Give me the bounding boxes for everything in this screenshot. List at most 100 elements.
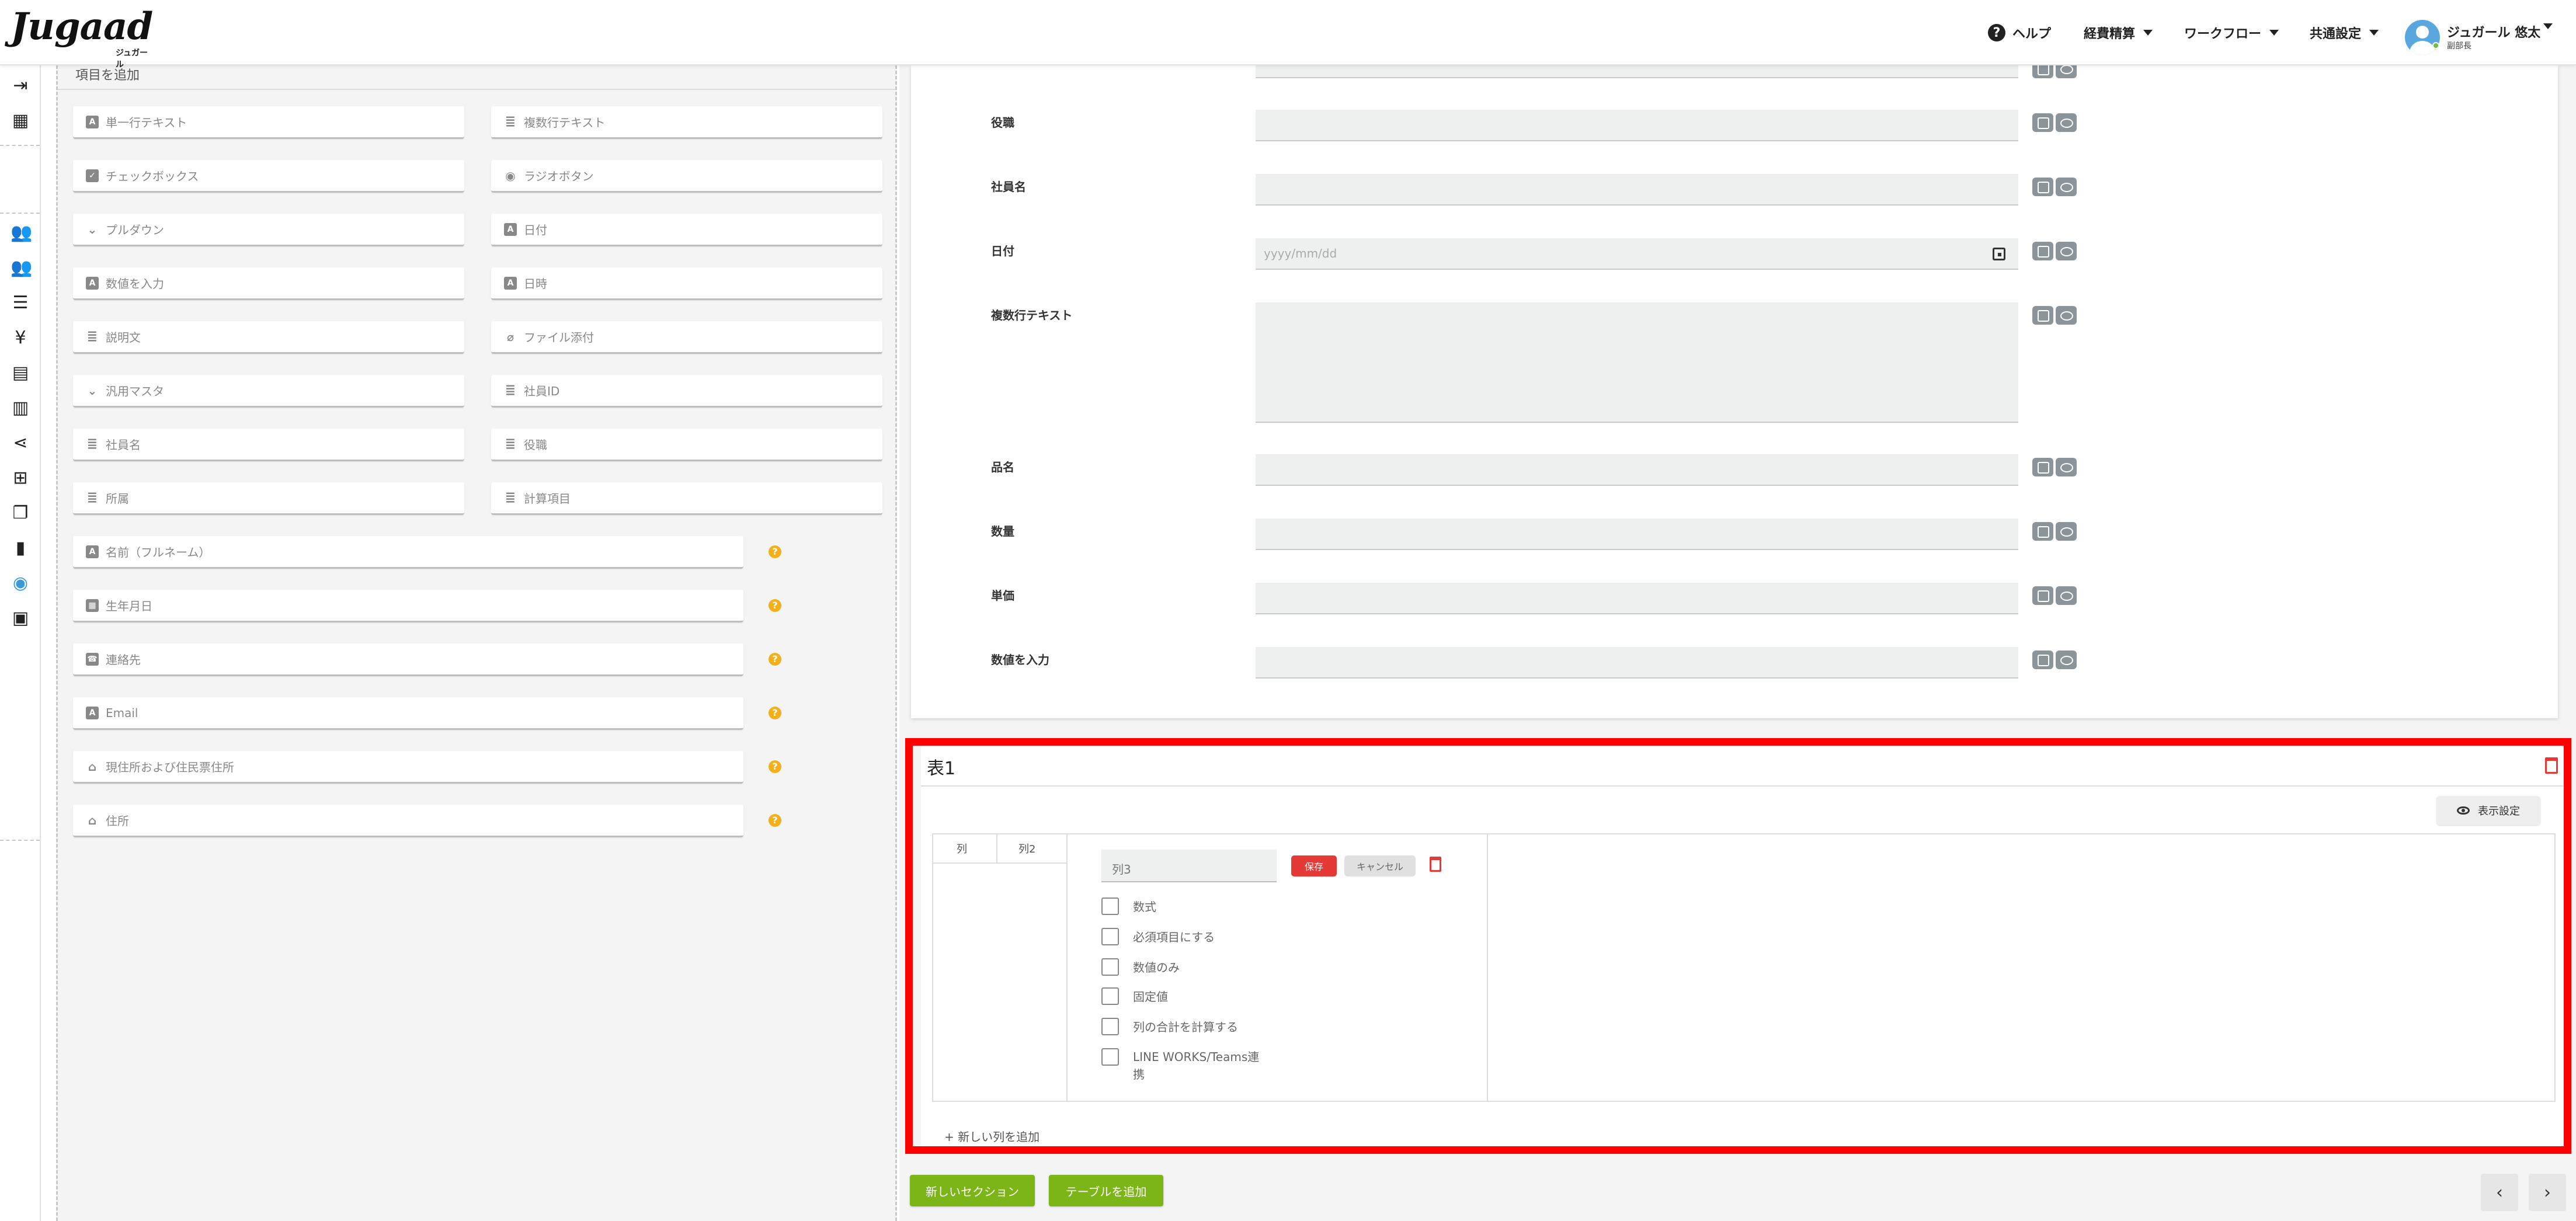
checkbox[interactable] [1101, 1048, 1119, 1066]
palette-field[interactable]: ≣ 所属 [73, 482, 464, 515]
help-tooltip-icon[interactable]: ? [769, 760, 781, 773]
checkbox[interactable] [1101, 987, 1119, 1005]
nav-workflow-dropdown[interactable]: ワークフロー [2184, 0, 2279, 65]
form-builder-icon[interactable]: ◉ [11, 573, 30, 593]
yen-icon[interactable]: ¥ [11, 328, 30, 348]
help-tooltip-icon[interactable]: ? [769, 814, 781, 827]
column-header[interactable]: 列 [933, 834, 997, 864]
table-icon[interactable]: ⊞ [11, 468, 30, 488]
calendar-icon[interactable] [1993, 248, 2005, 260]
expand-menu-icon[interactable]: ⇥ [11, 76, 30, 96]
edit-icon[interactable] [2032, 306, 2053, 325]
add-column-link[interactable]: + 新しい列を追加 [944, 1128, 1040, 1145]
palette-field[interactable]: ≣ 社員ID [491, 375, 882, 408]
app-logo[interactable]: Jugaad ジュガール [11, 8, 153, 70]
option-formula[interactable]: 数式 [1101, 898, 1156, 915]
list-icon[interactable]: ☰ [11, 293, 30, 313]
form-input[interactable] [1256, 519, 2018, 550]
add-table-button[interactable]: テーブルを追加 [1049, 1175, 1163, 1206]
eye-icon[interactable] [2056, 522, 2077, 541]
edit-icon[interactable] [2032, 178, 2053, 196]
copy-icon[interactable]: ❐ [11, 503, 30, 523]
form-input[interactable] [1256, 454, 2018, 486]
nav-common-dropdown[interactable]: 共通設定 [2310, 0, 2379, 65]
palette-field-wide[interactable]: A Email [73, 697, 743, 730]
nav-expense-dropdown[interactable]: 経費精算 [2084, 0, 2153, 65]
palette-field[interactable]: A 単一行テキスト [73, 106, 464, 139]
eye-icon[interactable] [2056, 113, 2077, 132]
palette-field-wide[interactable]: ⌂ 現住所および住民票住所 [73, 751, 743, 784]
help-tooltip-icon[interactable]: ? [769, 599, 781, 612]
display-settings-button[interactable]: 表示設定 [2436, 796, 2540, 825]
palette-field[interactable]: ≣ 役職 [491, 429, 882, 461]
checkbox[interactable] [1101, 958, 1119, 976]
palette-field[interactable]: ⌄ 汎用マスタ [73, 375, 464, 408]
column-name-input[interactable]: 列3 [1101, 850, 1277, 882]
document-list-icon[interactable]: ▤ [11, 363, 30, 383]
checkbox[interactable] [1101, 898, 1119, 915]
form-input[interactable] [1256, 583, 2018, 614]
option-line-works-teams[interactable]: LINE WORKS/Teams連携 [1101, 1048, 1277, 1083]
edit-icon[interactable] [2032, 650, 2053, 669]
wallet-icon[interactable]: ▣ [11, 608, 30, 628]
share-icon[interactable]: ⋖ [11, 433, 30, 453]
nav-help[interactable]: ? ヘルプ [1988, 0, 2051, 65]
form-input[interactable] [1256, 110, 2018, 141]
palette-field[interactable]: A 日付 [491, 214, 882, 246]
palette-field[interactable]: ≣ 複数行テキスト [491, 106, 882, 139]
users-icon[interactable]: 👥 [11, 223, 32, 243]
next-page-button[interactable]: › [2529, 1174, 2566, 1211]
help-tooltip-icon[interactable]: ? [769, 653, 781, 666]
help-tooltip-icon[interactable]: ? [769, 707, 781, 719]
help-tooltip-icon[interactable]: ? [769, 545, 781, 558]
form-input[interactable] [1256, 174, 2018, 206]
palette-field[interactable]: A 日時 [491, 267, 882, 300]
user-group-icon[interactable]: 👥 [11, 258, 32, 278]
eye-icon[interactable] [2056, 306, 2077, 325]
palette-field[interactable]: A 数値を入力 [73, 267, 464, 300]
palette-field[interactable]: ✓ チェックボックス [73, 160, 464, 193]
option-fixed-value[interactable]: 固定値 [1101, 987, 1168, 1005]
option-column-total[interactable]: 列の合計を計算する [1101, 1018, 1238, 1035]
palette-field[interactable]: ≣ 説明文 [73, 321, 464, 354]
building-icon[interactable]: ▦ [11, 111, 30, 131]
new-section-button[interactable]: 新しいセクション [910, 1175, 1035, 1206]
eye-icon[interactable] [2056, 242, 2077, 260]
cancel-button[interactable]: キャンセル [1344, 855, 1416, 876]
user-name[interactable]: ジュガール 悠太 [2447, 22, 2540, 41]
textarea-input[interactable] [1256, 302, 2018, 423]
receipt-icon[interactable]: ▥ [11, 398, 30, 418]
user-avatar[interactable] [2405, 20, 2440, 55]
trash-icon[interactable] [2545, 757, 2558, 774]
eye-icon[interactable] [2056, 586, 2077, 605]
palette-field-wide[interactable]: A 名前（フルネーム） [73, 536, 743, 569]
eye-icon[interactable] [2056, 650, 2077, 669]
palette-field[interactable]: ◉ ラジオボタン [491, 160, 882, 193]
column-header[interactable]: 列2 [997, 834, 1068, 864]
file-icon[interactable]: ▮ [11, 538, 30, 558]
prev-page-button[interactable]: ‹ [2481, 1174, 2518, 1211]
trash-icon[interactable] [1430, 857, 1441, 872]
form-input[interactable] [1256, 647, 2018, 679]
palette-field[interactable]: ⌄ プルダウン [73, 214, 464, 246]
palette-field-wide[interactable]: ☎ 連絡先 [73, 643, 743, 676]
eye-icon[interactable] [2056, 458, 2077, 476]
edit-icon[interactable] [2032, 113, 2053, 132]
edit-icon[interactable] [2032, 242, 2053, 260]
checkbox[interactable] [1101, 1018, 1119, 1035]
date-input[interactable]: yyyy/mm/dd [1256, 238, 2018, 270]
checkbox[interactable] [1101, 928, 1119, 945]
palette-field[interactable]: ⌀ ファイル添付 [491, 321, 882, 354]
palette-field[interactable]: ≣ 社員名 [73, 429, 464, 461]
palette-field-wide[interactable]: ⌂ 住所 [73, 805, 743, 837]
option-required[interactable]: 必須項目にする [1101, 928, 1215, 945]
edit-icon[interactable] [2032, 522, 2053, 541]
save-button[interactable]: 保存 [1291, 855, 1337, 876]
palette-field-wide[interactable]: ▦ 生年月日 [73, 590, 743, 622]
option-numeric-only[interactable]: 数値のみ [1101, 958, 1180, 976]
eye-icon[interactable] [2056, 178, 2077, 196]
user-menu-caret-icon[interactable] [2543, 23, 2553, 29]
edit-icon[interactable] [2032, 586, 2053, 605]
edit-icon[interactable] [2032, 458, 2053, 476]
table-title[interactable]: 表1 [927, 754, 955, 780]
